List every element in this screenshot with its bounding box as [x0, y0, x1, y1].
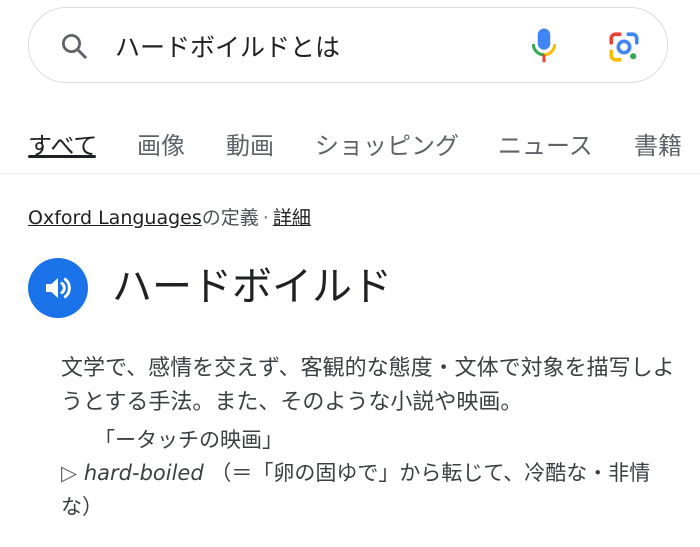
tab-images[interactable]: 画像: [137, 126, 185, 161]
tab-books[interactable]: 書籍: [634, 126, 682, 161]
tab-news[interactable]: ニュース: [498, 126, 593, 161]
search-box[interactable]: [28, 7, 668, 83]
etymology-marker: ▷: [61, 461, 78, 485]
search-tabs: すべて 画像 動画 ショッピング ニュース 書籍: [0, 120, 700, 172]
google-lens-icon[interactable]: [607, 30, 641, 64]
search-input[interactable]: [115, 20, 515, 72]
tab-videos[interactable]: 動画: [226, 126, 274, 161]
source-provider-link[interactable]: Oxford Languages: [28, 207, 202, 229]
tabs-divider: [0, 173, 700, 174]
details-link[interactable]: 詳細: [273, 207, 311, 229]
speaker-icon: [46, 277, 71, 299]
usage-example: 「ータッチの映画」: [94, 428, 283, 452]
search-icon[interactable]: [59, 31, 89, 61]
etymology: ▷ hard-boiled （＝「卵の固ゆで」から転じて、冷酷な・非情な）: [61, 456, 681, 524]
pronunciation-button[interactable]: [28, 258, 88, 318]
mic-icon[interactable]: [529, 27, 559, 65]
source-separator: ·: [262, 207, 269, 229]
etymology-word: hard-boiled: [83, 461, 204, 485]
dictionary-source: Oxford Languagesの定義 · 詳細: [28, 203, 311, 230]
tab-shopping[interactable]: ショッピング: [315, 126, 459, 161]
active-tab-indicator: [28, 155, 96, 158]
definition-text: 文学で、感情を交えず、客観的な態度・文体で対象を描写しようとする手法。また、その…: [61, 356, 675, 415]
source-suffix: の定義: [201, 207, 259, 229]
headword: ハードボイルド: [112, 264, 392, 310]
